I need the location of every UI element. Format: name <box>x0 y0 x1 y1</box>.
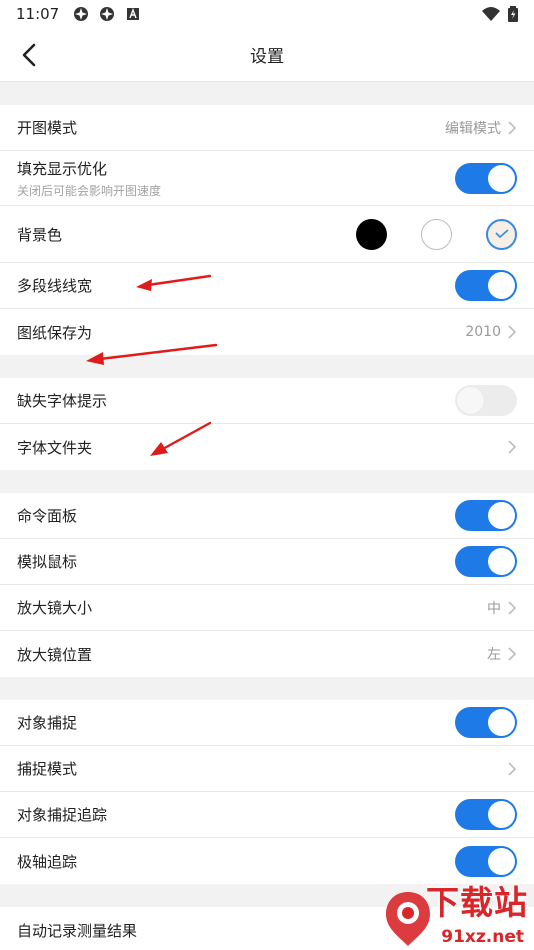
settings-group-input: 命令面板 模拟鼠标 放大镜大小 中 放大镜位置 左 <box>0 493 534 677</box>
setting-row-font-folder[interactable]: 字体文件夹 <box>0 424 534 470</box>
setting-value: 左 <box>487 647 501 663</box>
toggle-knob <box>488 801 515 828</box>
toggle-knob <box>488 847 515 875</box>
a-icon <box>127 8 140 20</box>
setting-row-magnifier-position[interactable]: 放大镜位置 左 <box>0 631 534 677</box>
setting-label: 捕捉模式 <box>17 760 78 778</box>
setting-row-simulate-mouse: 模拟鼠标 <box>0 539 534 585</box>
setting-label: 命令面板 <box>17 507 78 525</box>
setting-row-snap-tracking: 对象捕捉追踪 <box>0 792 534 838</box>
setting-label: 放大镜大小 <box>17 599 93 617</box>
command-panel-toggle[interactable] <box>455 500 517 531</box>
setting-row-command-panel: 命令面板 <box>0 493 534 539</box>
app-icon-1 <box>74 7 89 21</box>
toggle-knob <box>488 709 515 736</box>
setting-row-magnifier-size[interactable]: 放大镜大小 中 <box>0 585 534 631</box>
setting-label: 模拟鼠标 <box>17 553 78 571</box>
toggle-knob <box>488 164 515 192</box>
setting-label: 背景色 <box>17 225 63 244</box>
watermark-url: 91xz.net <box>441 927 524 947</box>
status-time: 11:07 <box>16 5 60 23</box>
app-icon-2 <box>100 7 115 21</box>
setting-label: 对象捕捉 <box>17 714 78 732</box>
settings-group-fonts: 缺失字体提示 字体文件夹 <box>0 378 534 470</box>
section-gap <box>0 677 534 700</box>
setting-label: 图纸保存为 <box>17 323 93 342</box>
setting-row-missing-font: 缺失字体提示 <box>0 378 534 424</box>
setting-value: 中 <box>487 600 501 617</box>
page-title: 设置 <box>250 47 284 67</box>
toggle-knob <box>488 272 515 299</box>
app-bar: 设置 <box>0 28 534 82</box>
chevron-right-icon <box>508 600 517 615</box>
setting-label: 放大镜位置 <box>17 645 93 664</box>
status-bar: 11:07 <box>0 0 534 28</box>
setting-label: 开图模式 <box>17 119 78 137</box>
battery-icon <box>508 6 518 22</box>
toggle-knob <box>457 387 484 414</box>
swatch-beige-selected[interactable] <box>486 218 517 250</box>
chevron-right-icon <box>508 440 517 454</box>
swatch-white[interactable] <box>421 218 452 250</box>
polar-tracking-toggle[interactable] <box>455 845 517 877</box>
setting-row-object-snap: 对象捕捉 <box>0 700 534 746</box>
setting-label: 多段线线宽 <box>17 277 93 295</box>
setting-sublabel: 关闭后可能会影响开图速度 <box>17 183 162 198</box>
setting-label: 自动记录测量结果 <box>17 921 138 940</box>
chevron-right-icon <box>508 647 517 661</box>
missing-font-toggle[interactable] <box>455 385 517 416</box>
setting-row-polyline-width: 多段线线宽 <box>0 263 534 309</box>
swatch-black[interactable] <box>356 218 387 250</box>
wifi-icon <box>482 7 500 21</box>
setting-row-background-color: 背景色 <box>0 206 534 263</box>
setting-row-open-mode[interactable]: 开图模式 编辑模式 <box>0 105 534 151</box>
watermark: 下载站 91xz.net <box>384 880 534 950</box>
setting-label: 极轴追踪 <box>17 852 78 871</box>
chevron-right-icon <box>508 761 517 776</box>
settings-group-display: 开图模式 编辑模式 填充显示优化 关闭后可能会影响开图速度 背景色 多段线线宽 <box>0 105 534 355</box>
setting-value: 编辑模式 <box>445 120 501 137</box>
setting-value: 2010 <box>465 324 501 340</box>
section-gap <box>0 82 534 105</box>
object-snap-toggle[interactable] <box>455 707 517 738</box>
simulate-mouse-toggle[interactable] <box>455 546 517 577</box>
snap-tracking-toggle[interactable] <box>455 799 517 830</box>
setting-label: 填充显示优化 <box>17 159 108 178</box>
watermark-title: 下载站 <box>426 883 528 922</box>
chevron-right-icon <box>508 120 517 135</box>
settings-group-snap: 对象捕捉 捕捉模式 对象捕捉追踪 极轴追踪 <box>0 700 534 884</box>
toggle-knob <box>488 502 515 529</box>
setting-label: 字体文件夹 <box>17 438 93 457</box>
checkmark-icon <box>494 229 509 239</box>
setting-row-save-as[interactable]: 图纸保存为 2010 <box>0 309 534 355</box>
setting-row-fill-optimize: 填充显示优化 关闭后可能会影响开图速度 <box>0 151 534 206</box>
chevron-left-icon <box>22 43 36 67</box>
section-gap <box>0 470 534 493</box>
setting-label: 缺失字体提示 <box>17 392 108 410</box>
fill-optimize-toggle[interactable] <box>455 162 517 194</box>
polyline-width-toggle[interactable] <box>455 270 517 301</box>
back-button[interactable] <box>14 40 44 70</box>
section-gap <box>0 355 534 378</box>
chevron-right-icon <box>508 325 517 339</box>
setting-row-snap-mode[interactable]: 捕捉模式 <box>0 746 534 792</box>
toggle-knob <box>488 548 515 575</box>
setting-label: 对象捕捉追踪 <box>17 806 108 824</box>
